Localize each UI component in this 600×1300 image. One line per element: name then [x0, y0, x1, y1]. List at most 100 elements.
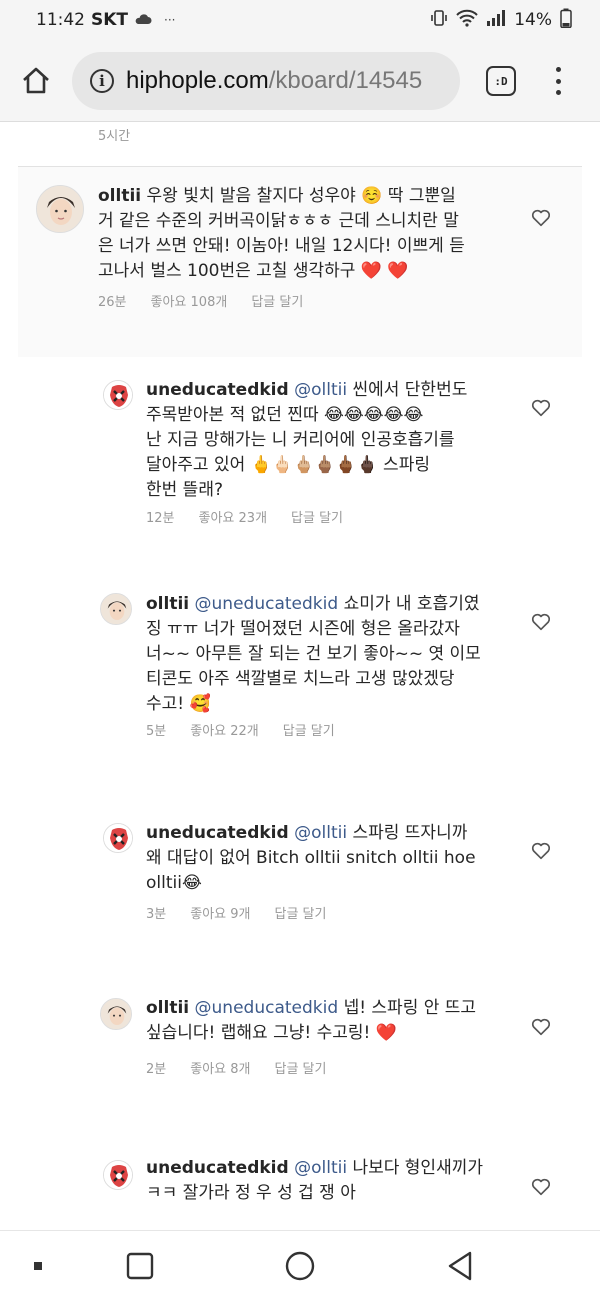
like-count[interactable]: 좋아요 8개 — [190, 1058, 250, 1077]
info-icon[interactable]: i — [90, 69, 114, 93]
comment-line: 쇼미가 내 호흡기였 — [343, 594, 480, 614]
comment-line: 넵! 스파링 안 뜨고 — [343, 998, 477, 1018]
like-count[interactable]: 좋아요 22개 — [190, 720, 259, 739]
nav-home-button[interactable] — [278, 1231, 322, 1300]
avatar[interactable] — [103, 1160, 133, 1190]
comment-meta: 5분 좋아요 22개 답글 달기 — [146, 720, 335, 739]
avatar[interactable] — [36, 185, 84, 233]
heart-icon[interactable] — [530, 207, 552, 229]
comment-time: 12분 — [146, 511, 175, 526]
reply-button[interactable]: 답글 달기 — [274, 1058, 326, 1077]
reply-button[interactable]: 답글 달기 — [251, 291, 303, 310]
avatar[interactable] — [100, 593, 132, 625]
comment-text: olltii 우왕 빛치 발음 찰지다 성우야 ☺️ 딱 그뿐일 거 같은 수준… — [98, 184, 538, 284]
url-text: hiphople.com/kboard/14545 — [126, 67, 422, 95]
comment-line: 싶습니다! 랩해요 그냥! 수고링! ❤️ — [146, 1023, 397, 1043]
tab-switcher-button[interactable]: :D — [486, 66, 516, 96]
comment-line: 씬에서 단한번도 — [352, 380, 468, 400]
comment-username[interactable]: uneducatedkid — [146, 380, 289, 400]
reply-button[interactable]: 답글 달기 — [283, 720, 335, 739]
comment-mention[interactable]: @olltii — [294, 823, 347, 843]
vibrate-icon — [430, 9, 448, 32]
comment-line: 수고! 🥰 — [146, 694, 211, 714]
avatar[interactable] — [100, 998, 132, 1030]
nav-dot-button[interactable] — [20, 1231, 56, 1300]
home-button[interactable] — [18, 62, 54, 98]
comment-line: 난 지금 망해가는 니 커리어에 인공호흡기를 — [146, 430, 455, 450]
comment-mention[interactable]: @olltii — [294, 380, 347, 400]
comment-text: olltii @uneducatedkid 쇼미가 내 호흡기였 징 ㅠㅠ 너가… — [146, 592, 526, 717]
status-bar: 11:42 SKT ··· 14% — [0, 0, 600, 40]
comment-line: ㅋㅋ 잘가라 정 우 성 겁 쟁 아 — [146, 1183, 356, 1203]
comment-line: olltii😂 — [146, 873, 202, 893]
heart-icon[interactable] — [530, 611, 552, 633]
comment-username[interactable]: uneducatedkid — [146, 1158, 289, 1178]
comment-text: uneducatedkid @olltii 스파링 뜨자니까 왜 대답이 없어 … — [146, 821, 526, 896]
cloud-icon — [134, 10, 152, 30]
comment-text: olltii @uneducatedkid 넵! 스파링 안 뜨고 싶습니다! … — [146, 996, 526, 1046]
comment-line: 주목받아본 적 없던 찐따 😂😂😂😂😂 — [146, 405, 424, 425]
comment-meta: 12분 좋아요 23개 답글 달기 — [146, 507, 343, 526]
comment-mention[interactable]: @olltii — [294, 1158, 347, 1178]
comment-time: 26분 — [98, 295, 127, 310]
comment-line: 너~~ 아무튼 잘 되는 건 보기 좋아~~ 엿 이모 — [146, 644, 481, 664]
like-count[interactable]: 좋아요 9개 — [190, 903, 250, 922]
heart-icon[interactable] — [530, 1176, 552, 1198]
status-extra: ··· — [164, 13, 176, 27]
like-count[interactable]: 좋아요 23개 — [199, 507, 268, 526]
carrier-label: SKT — [91, 10, 129, 30]
comment-meta: 26분 좋아요 108개 답글 달기 — [98, 291, 303, 310]
comment-line: 스파링 뜨자니까 — [352, 823, 468, 843]
comment-time: 2분 — [146, 1062, 167, 1077]
comment-line: 거 같은 수준의 커버곡이닭ㅎㅎㅎ 근데 스니치란 말 — [98, 211, 459, 231]
dot-icon — [34, 1262, 42, 1270]
comment-thread: 5시간 olltii 우왕 빛치 발음 찰지다 성우야 ☺️ 딱 그뿐일 거 같… — [0, 123, 600, 1230]
browser-toolbar: i hiphople.com/kboard/14545 :D — [0, 40, 600, 122]
address-bar[interactable]: i hiphople.com/kboard/14545 — [72, 52, 460, 110]
comment-line: 고나서 벌스 100번은 고칠 생각하구 ❤️ ❤️ — [98, 261, 409, 281]
comment-line: 한번 뜰래? — [146, 480, 223, 500]
home-icon — [23, 67, 49, 94]
comment-line: 왜 대답이 없어 Bitch olltii snitch olltii hoe — [146, 848, 476, 868]
tab-switcher-label: :D — [494, 74, 508, 88]
comment-username[interactable]: olltii — [146, 594, 189, 614]
system-nav-bar — [0, 1230, 600, 1300]
reply-button[interactable]: 답글 달기 — [274, 903, 326, 922]
comment-username[interactable]: olltii — [98, 186, 141, 206]
comment-line: 달아주고 있어 🖕🖕🏻🖕🏼🖕🏽🖕🏾🖕🏿 스파링 — [146, 455, 430, 475]
comment-text: uneducatedkid @olltii 나보다 형인새끼가 ㅋㅋ 잘가라 정… — [146, 1156, 526, 1206]
comment-meta: 2분 좋아요 8개 답글 달기 — [146, 1058, 326, 1077]
wifi-icon — [456, 9, 478, 32]
heart-icon[interactable] — [530, 397, 552, 419]
battery-icon — [560, 8, 572, 33]
back-button[interactable] — [438, 1231, 482, 1300]
circle-home-icon — [285, 1251, 315, 1281]
recents-icon — [126, 1252, 154, 1280]
avatar[interactable] — [103, 823, 133, 853]
comment-username[interactable]: uneducatedkid — [146, 823, 289, 843]
comment-time: 5분 — [146, 724, 167, 739]
recent-apps-button[interactable] — [118, 1231, 162, 1300]
heart-icon[interactable] — [530, 1016, 552, 1038]
comment-mention[interactable]: @uneducatedkid — [195, 594, 339, 614]
like-count[interactable]: 좋아요 108개 — [151, 291, 228, 310]
heart-icon[interactable] — [530, 840, 552, 862]
comment-time: 3분 — [146, 907, 167, 922]
comment-line: 나보다 형인새끼가 — [352, 1158, 483, 1178]
comment-line: 티콘도 아주 색깔별로 치느라 고생 많았겠당 — [146, 669, 455, 689]
comment-meta: 3분 좋아요 9개 답글 달기 — [146, 903, 326, 922]
url-domain: hiphople.com — [126, 67, 269, 94]
avatar[interactable] — [103, 380, 133, 410]
comment-line: 은 너가 쓰면 안돼! 이놈아! 내일 12시다! 이쁘게 듣 — [98, 236, 465, 256]
signal-icon — [486, 9, 506, 32]
comment-mention[interactable]: @uneducatedkid — [195, 998, 339, 1018]
comment-line: 우왕 빛치 발음 찰지다 성우야 ☺️ 딱 그뿐일 — [146, 186, 456, 206]
more-menu-icon[interactable] — [548, 64, 568, 98]
url-path: /kboard/14545 — [268, 67, 423, 94]
reply-button[interactable]: 답글 달기 — [291, 507, 343, 526]
back-triangle-icon — [448, 1251, 472, 1281]
comment-text: uneducatedkid @olltii 씬에서 단한번도 주목받아본 적 없… — [146, 378, 526, 503]
previous-comment-time: 5시간 — [98, 129, 131, 144]
status-time: 11:42 — [36, 10, 85, 30]
comment-username[interactable]: olltii — [146, 998, 189, 1018]
